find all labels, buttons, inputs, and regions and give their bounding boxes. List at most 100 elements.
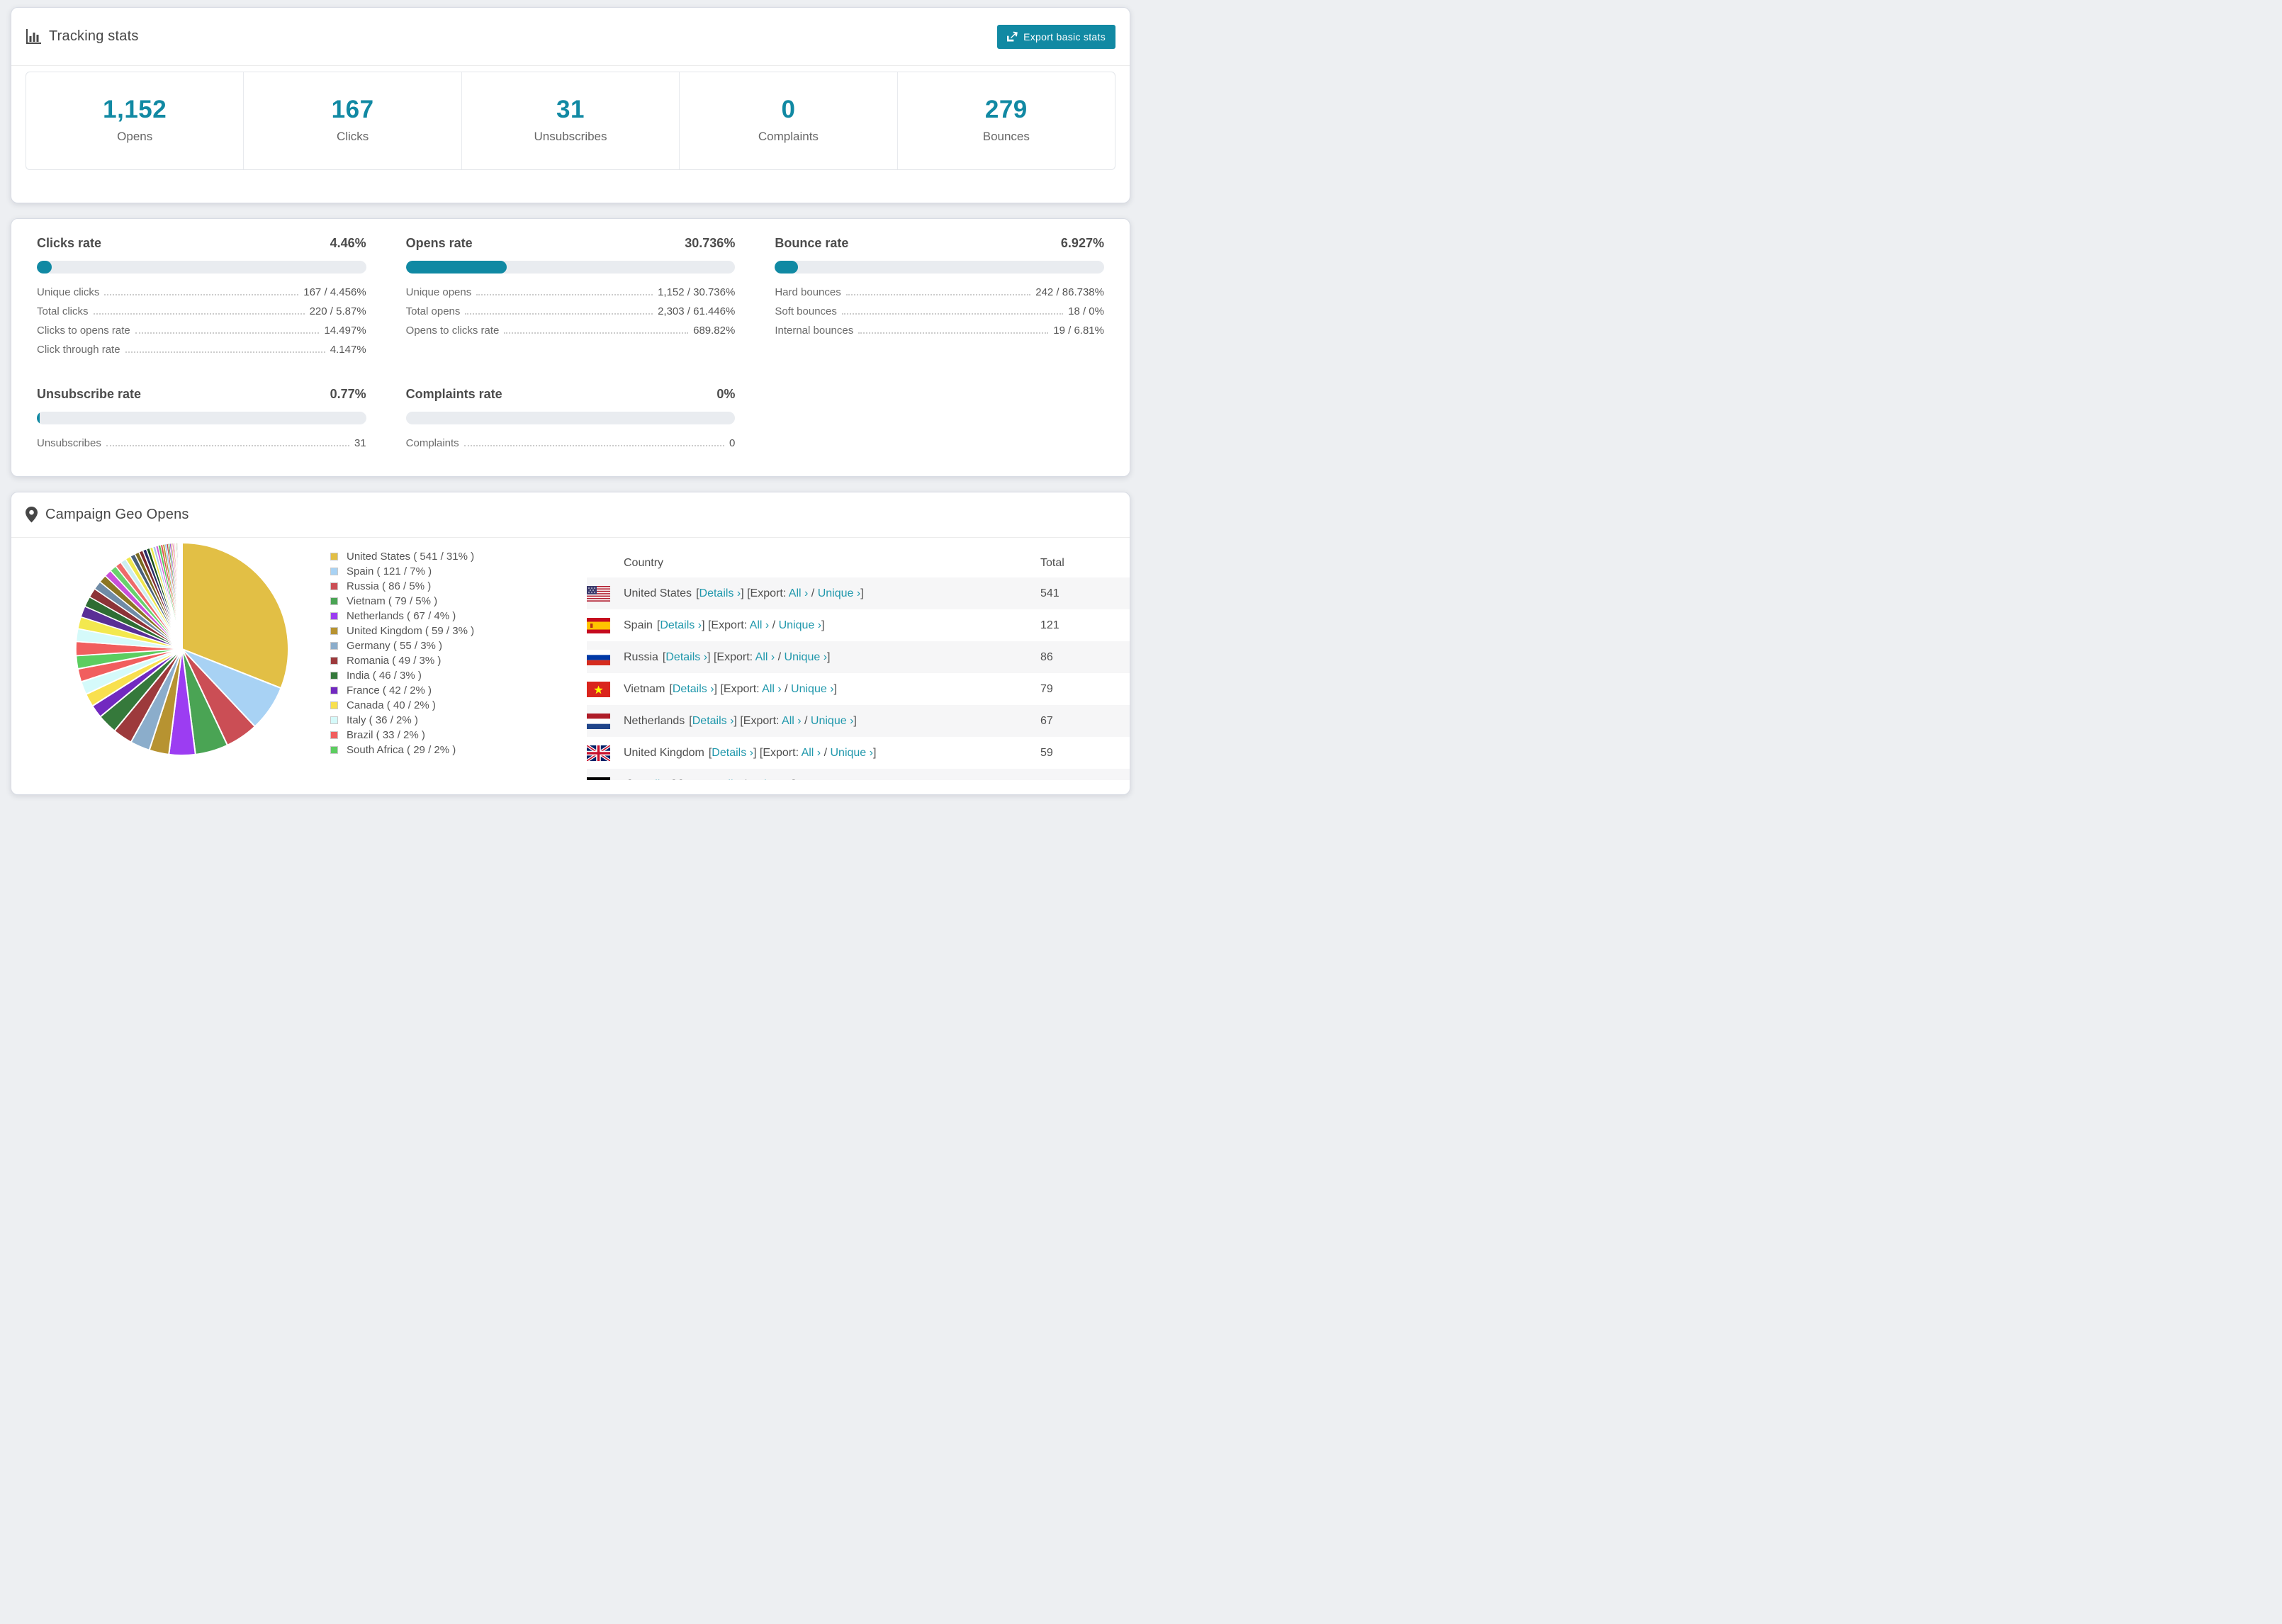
de-flag-icon [587,777,610,780]
clicks-rate-bar [37,261,366,274]
details-link[interactable]: Details › [631,779,673,781]
export-unique-link[interactable]: Unique › [791,683,833,695]
rate-detail-label: Click through rate [37,344,120,356]
legend-swatch [330,731,338,739]
rates-card: Clicks rate 4.46% Unique clicks 167 / 4.4… [11,218,1130,477]
rate-detail-label: Opens to clicks rate [405,325,500,337]
bounce-rate-panel: Bounce rate 6.927% Hard bounces 242 / 86.… [775,236,1104,363]
export-all-link[interactable]: All › [762,683,782,695]
total-cell: 67 [1040,714,1053,727]
details-link[interactable]: Details › [712,747,753,759]
country-name: United States [624,587,692,599]
export-unique-link[interactable]: Unique › [818,587,860,599]
export-unique-link[interactable]: Unique › [811,715,853,727]
export-prefix: Export: [763,746,802,759]
stat-label: Complaints [758,130,819,143]
export-all-link[interactable]: All › [755,651,775,663]
stat-bounces: 279 Bounces [896,72,1115,169]
rate-detail-value: 18 / 0% [1068,305,1104,317]
rate-detail-row: Hard bounces 242 / 86.738% [775,286,1104,305]
details-link[interactable]: Details › [673,683,714,695]
legend-label: South Africa ( 29 / 2% ) [347,744,456,756]
slash: / [769,619,779,631]
export-prefix: Export: [750,587,789,599]
export-unique-link[interactable]: Unique › [750,779,792,781]
export-all-link[interactable]: All › [750,619,770,631]
legend-item: France ( 42 / 2% ) [330,683,474,698]
complaints-rate-panel: Complaints rate 0% Complaints 0 [405,387,736,456]
legend-swatch [330,597,338,605]
export-unique-link[interactable]: Unique › [785,651,827,663]
table-row-nl: Netherlands [Details ›] [Export: All › / … [587,705,1130,737]
rate-detail-row: Total opens 2,303 / 61.446% [406,305,736,325]
stat-value: 279 [984,96,1028,123]
export-all-link[interactable]: All › [802,747,821,759]
rate-detail-row: Opens to clicks rate 689.82% [406,325,736,344]
legend-item: India ( 46 / 3% ) [330,668,474,683]
stat-value: 31 [556,96,585,123]
table-row-de-partial: [Details ›] [Export: All › / Unique ›] [587,769,1130,780]
rate-detail-label: Total clicks [37,305,89,317]
country-cell-text: Vietnam [Details ›] [Export: All › / Uniq… [624,683,837,696]
rate-detail-row: Unsubscribes 31 [37,437,366,456]
stat-label: Clicks [336,130,369,143]
details-link[interactable]: Details › [699,587,741,599]
legend-item: United Kingdom ( 59 / 3% ) [330,624,474,638]
gb-flag-icon [587,745,610,761]
stat-unsubscribes: 31 Unsubscribes [461,72,679,169]
legend-item: Russia ( 86 / 5% ) [330,579,474,594]
country-column-header: Country [624,557,664,569]
dotted-leader [463,445,724,446]
rate-detail-row: Click through rate 4.147% [37,344,366,363]
unsubscribe-rate-value: 0.77% [330,387,366,401]
export-unique-link[interactable]: Unique › [830,747,872,759]
country-cell-text: United States [Details ›] [Export: All › … [624,587,864,600]
slash: / [821,746,831,759]
legend-label: Romania ( 49 / 3% ) [347,655,442,667]
geo-table: Country Total United States [Details ›] [… [587,538,1130,780]
bracket: ] [ [707,650,717,663]
rate-detail-label: Soft bounces [775,305,837,317]
rate-detail-value: 0 [729,437,736,449]
rate-detail-label: Complaints [405,437,459,449]
bracket: ] [ [741,587,751,599]
opens-rate-title: Opens rate [405,236,473,250]
export-prefix: Export: [743,714,782,727]
country-name: Vietnam [624,682,665,695]
opens-rate-panel: Opens rate 30.736% Unique opens 1,152 / 3… [405,236,736,363]
page: Tracking stats Export basic stats 1,152 O… [0,0,1141,795]
rates-grid: Clicks rate 4.46% Unique clicks 167 / 4.4… [37,236,1104,456]
opens-rate-rows: Unique opens 1,152 / 30.736% Total opens 2,… [406,286,736,344]
bracket: ] [ [702,619,712,631]
geo-pie-chart[interactable] [72,539,292,759]
bracket: ] [827,650,831,663]
country-cell-text: Spain [Details ›] [Export: All › / Unique… [624,619,825,632]
geo-opens-title: Campaign Geo Opens [45,507,189,522]
export-all-link[interactable]: All › [782,715,802,727]
export-unique-link[interactable]: Unique › [779,619,821,631]
details-link[interactable]: Details › [692,715,734,727]
unsubscribe-rate-title: Unsubscribe rate [37,387,142,401]
total-column-header: Total [1040,557,1064,569]
opens-rate-value: 30.736% [685,236,736,250]
country-name: United Kingdom [624,746,704,759]
legend-item: Romania ( 49 / 3% ) [330,653,474,668]
rate-detail-label: Unique opens [405,286,472,298]
rate-detail-row: Unique clicks 167 / 4.456% [37,286,366,305]
export-button-label: Export basic stats [1023,30,1106,43]
geo-opens-card: Campaign Geo Opens United States ( 541 /… [11,492,1130,795]
total-cell: 59 [1040,746,1053,759]
rate-detail-value: 2,303 / 61.446% [658,305,736,317]
details-link[interactable]: Details › [660,619,702,631]
bracket: ] [833,682,837,695]
export-all-link[interactable]: All › [789,587,809,599]
bracket: ] [792,779,795,781]
rate-detail-value: 19 / 6.81% [1053,325,1104,337]
total-cell: 541 [1040,587,1060,599]
export-prefix: Export: [723,682,763,695]
export-all-link[interactable]: All › [721,779,741,781]
stat-label: Bounces [982,130,1030,143]
rate-detail-row: Unique opens 1,152 / 30.736% [406,286,736,305]
details-link[interactable]: Details › [665,651,707,663]
export-basic-stats-button[interactable]: Export basic stats [997,24,1115,49]
